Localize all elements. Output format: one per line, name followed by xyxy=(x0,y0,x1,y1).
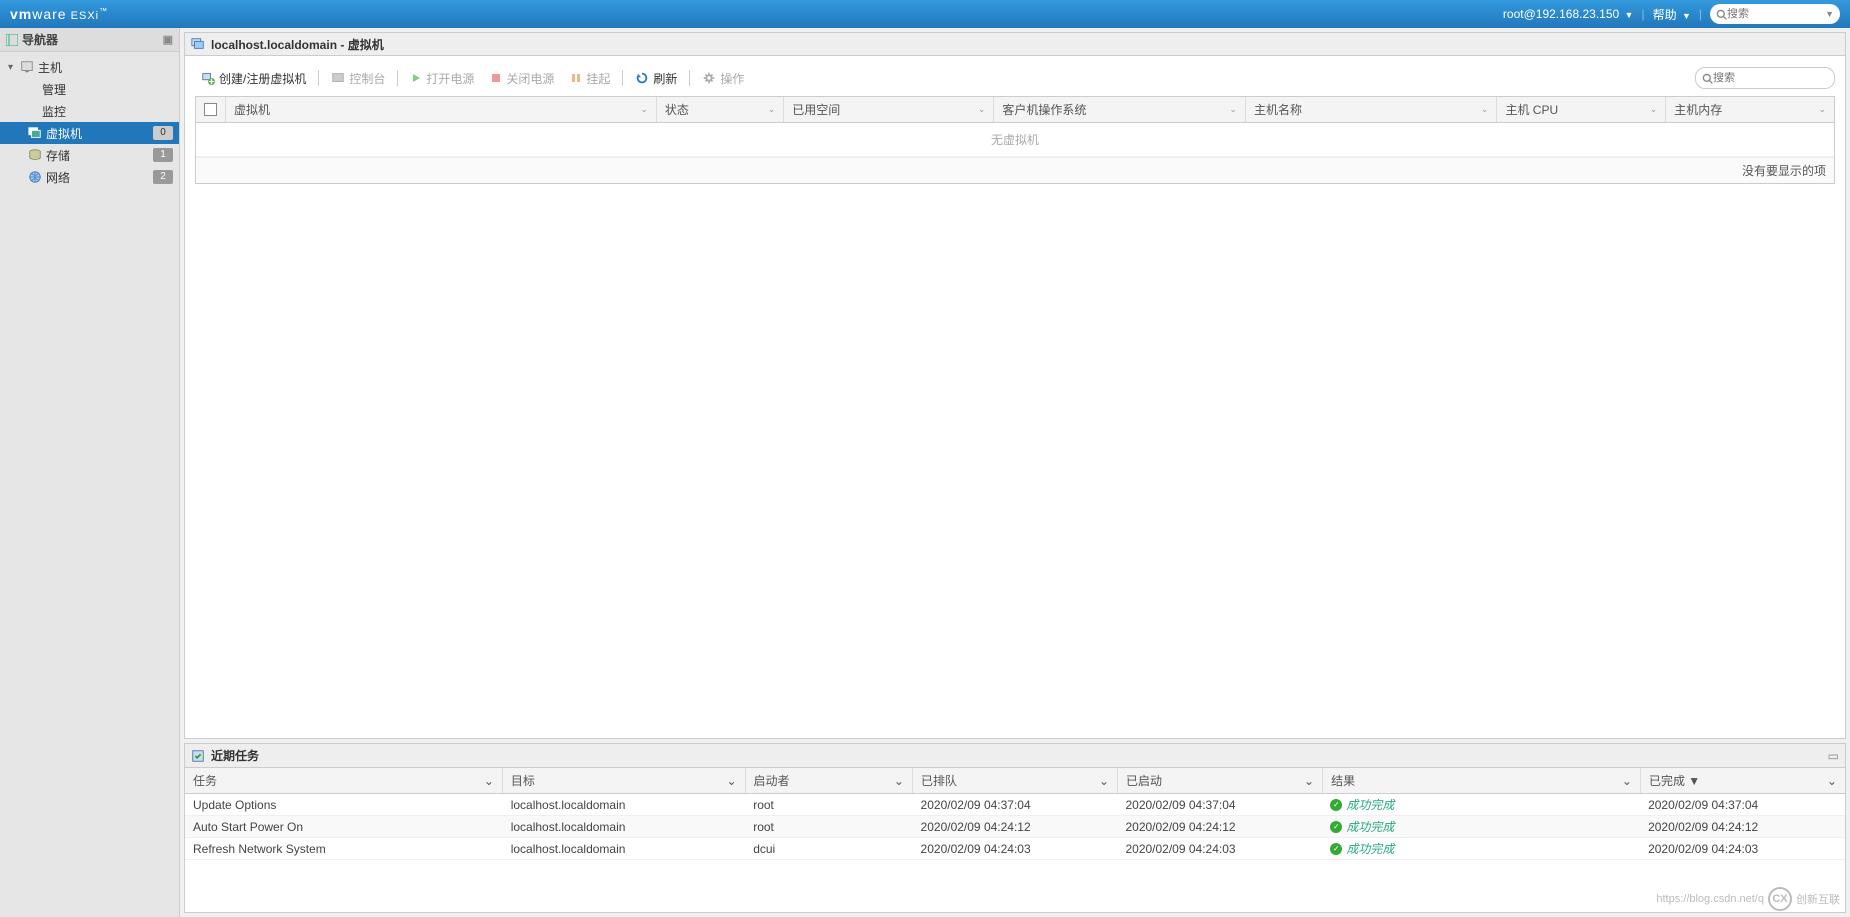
navigator-title: 导航器 ▣ xyxy=(0,28,179,52)
storage-icon xyxy=(28,148,42,162)
col-started[interactable]: 已启动⌄ xyxy=(1118,768,1323,793)
vmware-logo: vmware ESXi™ xyxy=(10,6,108,22)
cell-started: 2020/02/09 04:24:03 xyxy=(1117,838,1322,859)
col-result[interactable]: 结果⌄ xyxy=(1323,768,1641,793)
search-icon xyxy=(1702,73,1713,84)
success-icon: ✓ xyxy=(1330,799,1342,811)
vm-search[interactable] xyxy=(1695,67,1835,89)
cell-completed: 2020/02/09 04:37:04 xyxy=(1640,794,1845,815)
col-completed[interactable]: 已完成 ▼⌄ xyxy=(1641,768,1845,793)
network-count-badge: 2 xyxy=(153,170,173,184)
nav-vms[interactable]: 虚拟机 0 xyxy=(0,122,179,144)
vm-icon xyxy=(28,126,42,140)
refresh-icon xyxy=(635,71,649,85)
gear-icon xyxy=(702,71,716,85)
cell-queued: 2020/02/09 04:24:12 xyxy=(913,816,1118,837)
navigator-sidebar: 导航器 ▣ ▾ 主机 管理 监控 虚拟机 0 存储 1 网络 xyxy=(0,28,180,917)
cell-target: localhost.localdomain xyxy=(503,838,746,859)
panel-title: localhost.localdomain - 虚拟机 xyxy=(211,36,384,53)
cell-initiator: root xyxy=(745,816,912,837)
cell-initiator: dcui xyxy=(745,838,912,859)
vm-grid: 虚拟机⌄ 状态⌄ 已用空间⌄ 客户机操作系统⌄ 主机名称⌄ 主机 CPU⌄ 主机… xyxy=(195,96,1835,184)
cell-target: localhost.localdomain xyxy=(503,794,746,815)
poweroff-button[interactable]: 关闭电源 xyxy=(484,68,560,89)
vm-count-badge: 0 xyxy=(153,126,173,140)
expand-toggle[interactable]: ▾ xyxy=(8,62,18,73)
console-icon xyxy=(331,71,345,85)
nav-monitor[interactable]: 监控 xyxy=(0,100,179,122)
vm-icon xyxy=(191,37,205,51)
create-vm-button[interactable]: 创建/注册虚拟机 xyxy=(195,68,312,89)
poweron-button[interactable]: 打开电源 xyxy=(404,68,480,89)
col-queued[interactable]: 已排队⌄ xyxy=(913,768,1118,793)
cell-completed: 2020/02/09 04:24:03 xyxy=(1640,838,1845,859)
top-bar: vmware ESXi™ root@192.168.23.150 ▼ | 帮助 … xyxy=(0,0,1850,28)
tasks-panel-header: 近期任务 ▭ xyxy=(185,744,1845,768)
pause-icon xyxy=(570,72,582,84)
select-all-checkbox[interactable] xyxy=(204,103,217,116)
vm-search-input[interactable] xyxy=(1713,72,1828,84)
vm-toolbar: 创建/注册虚拟机 控制台 打开电源 关闭电源 xyxy=(195,66,1835,96)
separator: | xyxy=(1699,7,1702,21)
col-initiator[interactable]: 启动者⌄ xyxy=(746,768,913,793)
stop-icon xyxy=(490,72,502,84)
col-task[interactable]: 任务⌄ xyxy=(185,768,503,793)
nav-storage[interactable]: 存储 1 xyxy=(0,144,179,166)
user-menu[interactable]: root@192.168.23.150 ▼ xyxy=(1503,7,1634,21)
task-row[interactable]: Auto Start Power Onlocalhost.localdomain… xyxy=(185,816,1845,838)
nav-manage[interactable]: 管理 xyxy=(0,78,179,100)
cell-task: Refresh Network System xyxy=(185,838,503,859)
cell-started: 2020/02/09 04:24:12 xyxy=(1117,816,1322,837)
cell-task: Update Options xyxy=(185,794,503,815)
cell-result: ✓成功完成 xyxy=(1322,838,1640,859)
global-search-input[interactable] xyxy=(1727,8,1823,20)
tasks-title: 近期任务 xyxy=(211,747,259,764)
col-vm[interactable]: 虚拟机⌄ xyxy=(226,97,657,122)
nav-network[interactable]: 网络 2 xyxy=(0,166,179,188)
col-target[interactable]: 目标⌄ xyxy=(503,768,746,793)
suspend-button[interactable]: 挂起 xyxy=(564,68,616,89)
search-icon xyxy=(1716,9,1727,20)
console-button[interactable]: 控制台 xyxy=(325,68,391,89)
cell-queued: 2020/02/09 04:24:03 xyxy=(913,838,1118,859)
task-row[interactable]: Refresh Network Systemlocalhost.localdom… xyxy=(185,838,1845,860)
actions-button[interactable]: 操作 xyxy=(696,68,750,89)
grid-empty-message: 无虚拟机 xyxy=(196,123,1834,157)
success-icon: ✓ xyxy=(1330,821,1342,833)
cell-target: localhost.localdomain xyxy=(503,816,746,837)
refresh-button[interactable]: 刷新 xyxy=(629,68,683,89)
separator: | xyxy=(1641,7,1644,21)
cell-task: Auto Start Power On xyxy=(185,816,503,837)
help-menu[interactable]: 帮助 ▼ xyxy=(1653,6,1691,23)
grid-footer: 没有要显示的项 xyxy=(196,157,1834,183)
cell-started: 2020/02/09 04:37:04 xyxy=(1117,794,1322,815)
tasks-panel: 近期任务 ▭ 任务⌄ 目标⌄ 启动者⌄ 已排队⌄ 已启动⌄ 结果⌄ 已完成 ▼⌄… xyxy=(184,743,1846,913)
cell-result: ✓成功完成 xyxy=(1322,794,1640,815)
host-icon xyxy=(20,60,34,74)
navigator-icon xyxy=(6,34,18,46)
col-cpu[interactable]: 主机 CPU⌄ xyxy=(1497,97,1666,122)
tasks-icon xyxy=(191,749,205,763)
col-guest[interactable]: 客户机操作系统⌄ xyxy=(994,97,1246,122)
col-mem[interactable]: 主机内存⌄ xyxy=(1666,97,1834,122)
col-space[interactable]: 已用空间⌄ xyxy=(784,97,994,122)
cell-result: ✓成功完成 xyxy=(1322,816,1640,837)
storage-count-badge: 1 xyxy=(153,148,173,162)
create-icon xyxy=(201,71,215,85)
network-icon xyxy=(28,170,42,184)
success-icon: ✓ xyxy=(1330,843,1342,855)
cell-queued: 2020/02/09 04:37:04 xyxy=(913,794,1118,815)
maximize-icon[interactable]: ▭ xyxy=(1828,749,1839,763)
global-search[interactable]: ▼ xyxy=(1710,4,1840,24)
nav-host[interactable]: ▾ 主机 xyxy=(0,56,179,78)
vm-panel-header: localhost.localdomain - 虚拟机 xyxy=(185,33,1845,56)
col-hostname[interactable]: 主机名称⌄ xyxy=(1246,97,1498,122)
col-status[interactable]: 状态⌄ xyxy=(657,97,784,122)
task-row[interactable]: Update Optionslocalhost.localdomainroot2… xyxy=(185,794,1845,816)
play-icon xyxy=(410,72,422,84)
vm-panel: localhost.localdomain - 虚拟机 创建/注册虚拟机 控制台 xyxy=(184,32,1846,739)
cell-initiator: root xyxy=(745,794,912,815)
collapse-icon[interactable]: ▣ xyxy=(163,33,173,46)
cell-completed: 2020/02/09 04:24:12 xyxy=(1640,816,1845,837)
